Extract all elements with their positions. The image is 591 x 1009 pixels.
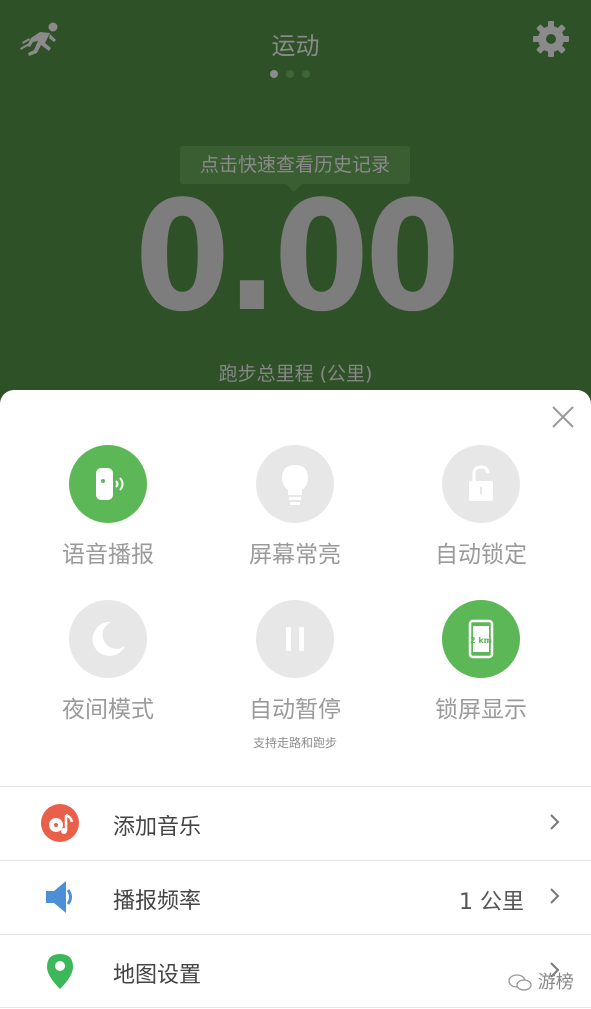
lockscreen-display-label: 锁屏显示 bbox=[435, 697, 527, 723]
screen-on-toggle[interactable]: 屏幕常亮 bbox=[202, 445, 388, 569]
close-icon[interactable] bbox=[551, 405, 575, 429]
unlock-icon bbox=[469, 465, 493, 501]
total-distance-label: 跑步总里程 (公里) bbox=[218, 363, 373, 385]
moon-icon bbox=[92, 621, 125, 656]
auto-lock-circle[interactable] bbox=[442, 445, 520, 523]
menu-row-map-settings[interactable]: 地图设置 bbox=[0, 934, 591, 1008]
watermark-text: 游榜 bbox=[537, 972, 574, 993]
night-mode-label: 夜间模式 bbox=[62, 697, 154, 723]
total-distance-value: 0.00 bbox=[134, 168, 460, 345]
page-dot bbox=[302, 70, 310, 78]
wechat-icon bbox=[508, 974, 532, 991]
page-title: 运动 bbox=[271, 32, 320, 60]
voice-broadcast-toggle[interactable]: 语音播报 bbox=[15, 445, 201, 569]
page-dot bbox=[286, 70, 294, 78]
menu-label-broadcast-frequency: 播报频率 bbox=[113, 889, 202, 914]
night-mode-toggle[interactable]: 夜间模式 bbox=[15, 600, 201, 724]
page-indicator bbox=[270, 63, 318, 82]
lockscreen-display-toggle[interactable]: 2 km 锁屏显示 bbox=[388, 600, 574, 724]
auto-lock-toggle[interactable]: 自动锁定 bbox=[388, 445, 574, 569]
menu-row-add-music[interactable]: 添加音乐 bbox=[0, 786, 591, 859]
top-bar: 运动 bbox=[0, 0, 591, 90]
voice-broadcast-circle[interactable] bbox=[69, 445, 147, 523]
music-icon bbox=[41, 804, 79, 842]
night-mode-circle[interactable] bbox=[69, 600, 147, 678]
chevron-right-icon bbox=[550, 814, 560, 830]
gear-icon[interactable] bbox=[532, 20, 570, 58]
screen-on-label: 屏幕常亮 bbox=[249, 542, 341, 568]
auto-lock-label: 自动锁定 bbox=[435, 542, 527, 568]
chevron-right-icon bbox=[550, 888, 560, 904]
voice-icon bbox=[96, 468, 124, 500]
bulb-icon bbox=[282, 465, 308, 505]
voice-broadcast-label: 语音播报 bbox=[62, 542, 154, 568]
auto-pause-label: 自动暂停 bbox=[249, 697, 341, 723]
pause-icon bbox=[286, 627, 304, 651]
auto-pause-toggle[interactable]: 自动暂停 支持走路和跑步 bbox=[202, 600, 388, 751]
auto-pause-circle[interactable] bbox=[256, 600, 334, 678]
lockscreen-display-circle[interactable]: 2 km bbox=[442, 600, 520, 678]
broadcast-frequency-value: 1 公里 bbox=[459, 890, 524, 915]
lockscreen-badge: 2 km bbox=[470, 636, 492, 645]
auto-pause-subtext: 支持走路和跑步 bbox=[252, 736, 337, 750]
map-pin-icon bbox=[47, 954, 73, 989]
speaker-icon bbox=[46, 881, 72, 913]
page-dot bbox=[270, 70, 278, 78]
watermark: 游榜 bbox=[508, 968, 574, 994]
menu-label-add-music: 添加音乐 bbox=[113, 815, 202, 840]
menu-row-broadcast-frequency[interactable]: 播报频率 1 公里 bbox=[0, 860, 591, 933]
phone-icon: 2 km bbox=[468, 619, 494, 659]
screen-on-circle[interactable] bbox=[256, 445, 334, 523]
menu-label-map-settings: 地图设置 bbox=[113, 963, 202, 988]
